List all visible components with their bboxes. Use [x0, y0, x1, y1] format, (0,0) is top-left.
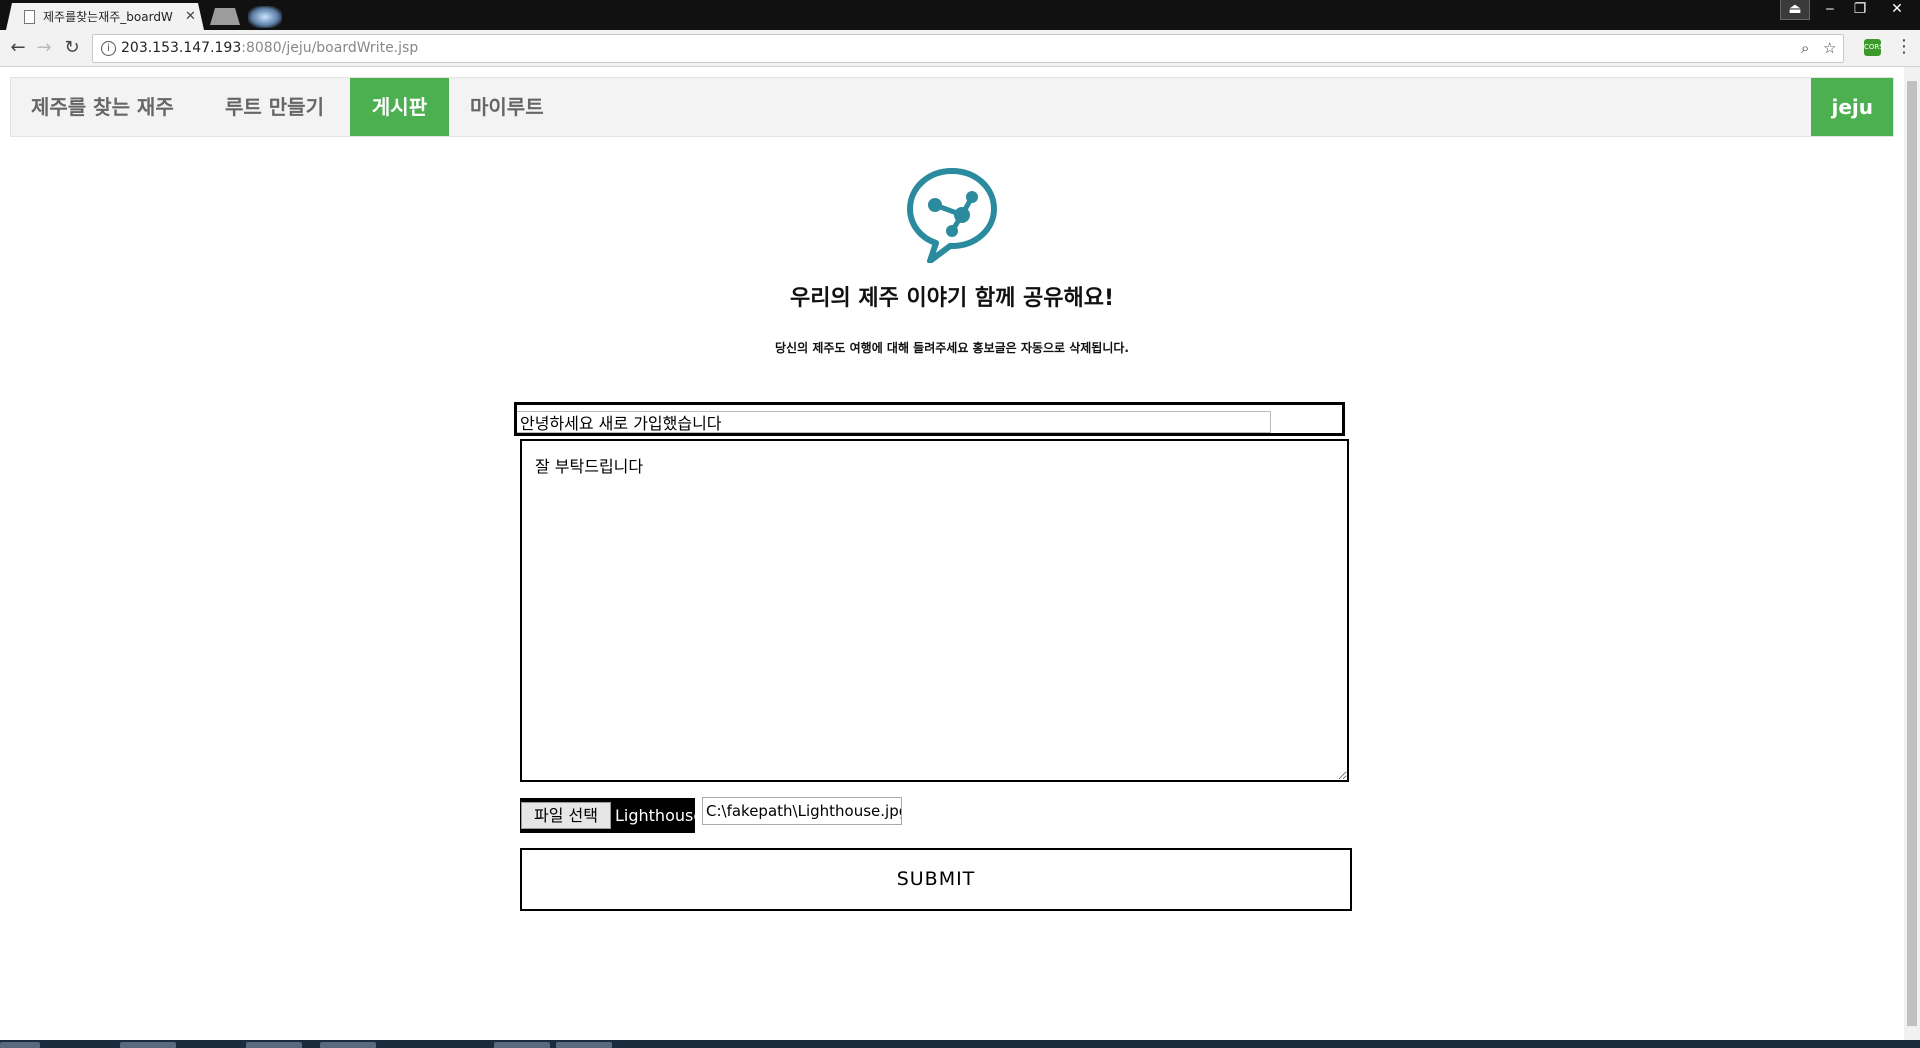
nav-item-board[interactable]: 게시판: [350, 78, 449, 136]
url-path: :8080/jeju/boardWrite.jsp: [241, 40, 419, 56]
taskbar-item[interactable]: [494, 1042, 550, 1048]
close-window-icon[interactable]: ✕: [1878, 0, 1916, 19]
file-path-field[interactable]: C:\fakepath\Lighthouse.jpg: [702, 797, 902, 825]
bookmark-star-icon[interactable]: ☆: [1823, 35, 1836, 62]
nav-item-route[interactable]: 루트 만들기: [205, 78, 344, 136]
profile-glow-icon: [248, 6, 282, 28]
share-chat-icon: [907, 168, 997, 263]
restore-icon[interactable]: ❐: [1845, 0, 1875, 19]
tab-title: 제주를찾는재주_boardW: [43, 10, 173, 24]
browser-titlebar: 제주를찾는재주_boardW ✕ ⏏ ‒ ❐ ✕: [0, 0, 1920, 30]
nav-user[interactable]: jeju: [1811, 78, 1893, 136]
file-upload: 파일 선택 Lighthouse.jpg: [520, 798, 695, 833]
page-headline: 우리의 제주 이야기 함께 공유해요!: [789, 286, 1115, 311]
new-tab-button[interactable]: [210, 8, 240, 25]
taskbar-item[interactable]: [246, 1042, 302, 1048]
page-viewport: 제주를 찾는 재주 루트 만들기 게시판 마이루트 jeju 우리의 제주 이야…: [0, 67, 1904, 1040]
submit-button[interactable]: SUBMIT: [520, 848, 1352, 911]
nav-item-home[interactable]: 제주를 찾는 재주: [11, 78, 194, 136]
content-textarea[interactable]: 잘 부탁드립니다: [520, 439, 1349, 782]
browser-tab[interactable]: 제주를찾는재주_boardW ✕: [6, 3, 204, 30]
menu-icon[interactable]: ⋮: [1895, 36, 1913, 57]
taskbar-item[interactable]: [320, 1042, 376, 1048]
info-icon[interactable]: i: [101, 41, 116, 56]
reload-icon[interactable]: ↻: [60, 36, 84, 60]
os-taskbar: [0, 1040, 1920, 1048]
scrollbar-thumb[interactable]: [1907, 81, 1917, 1026]
taskbar-item[interactable]: [556, 1042, 612, 1048]
browser-toolbar: ← → ↻ i 203.153.147.193:8080/jeju/boardW…: [0, 30, 1920, 67]
taskbar-item[interactable]: [120, 1042, 176, 1048]
minimize-icon[interactable]: ‒: [1815, 0, 1845, 19]
title-input[interactable]: [517, 411, 1271, 433]
cors-extension-icon[interactable]: CORS: [1864, 39, 1884, 56]
site-navbar: 제주를 찾는 재주 루트 만들기 게시판 마이루트 jeju: [10, 77, 1894, 137]
user-profile-icon[interactable]: ⏏: [1780, 0, 1810, 20]
tab-close-icon[interactable]: ✕: [185, 9, 196, 24]
title-field-frame: [514, 402, 1345, 436]
page-subline: 당신의 제주도 여행에 대해 들려주세요 홍보글은 자동으로 삭제됩니다.: [775, 341, 1129, 355]
zoom-icon[interactable]: ⌕: [1801, 35, 1809, 62]
nav-item-myroute[interactable]: 마이루트: [450, 78, 564, 136]
scrollbar[interactable]: [1904, 67, 1920, 1040]
page-icon: [24, 9, 35, 24]
file-name-label: Lighthouse.jpg: [615, 806, 695, 825]
back-icon[interactable]: ←: [6, 36, 30, 60]
forward-icon[interactable]: →: [32, 36, 56, 60]
url-host: 203.153.147.193: [121, 40, 242, 56]
address-bar[interactable]: i 203.153.147.193:8080/jeju/boardWrite.j…: [92, 34, 1844, 63]
taskbar-start[interactable]: [0, 1042, 40, 1048]
file-select-button[interactable]: 파일 선택: [521, 802, 611, 829]
